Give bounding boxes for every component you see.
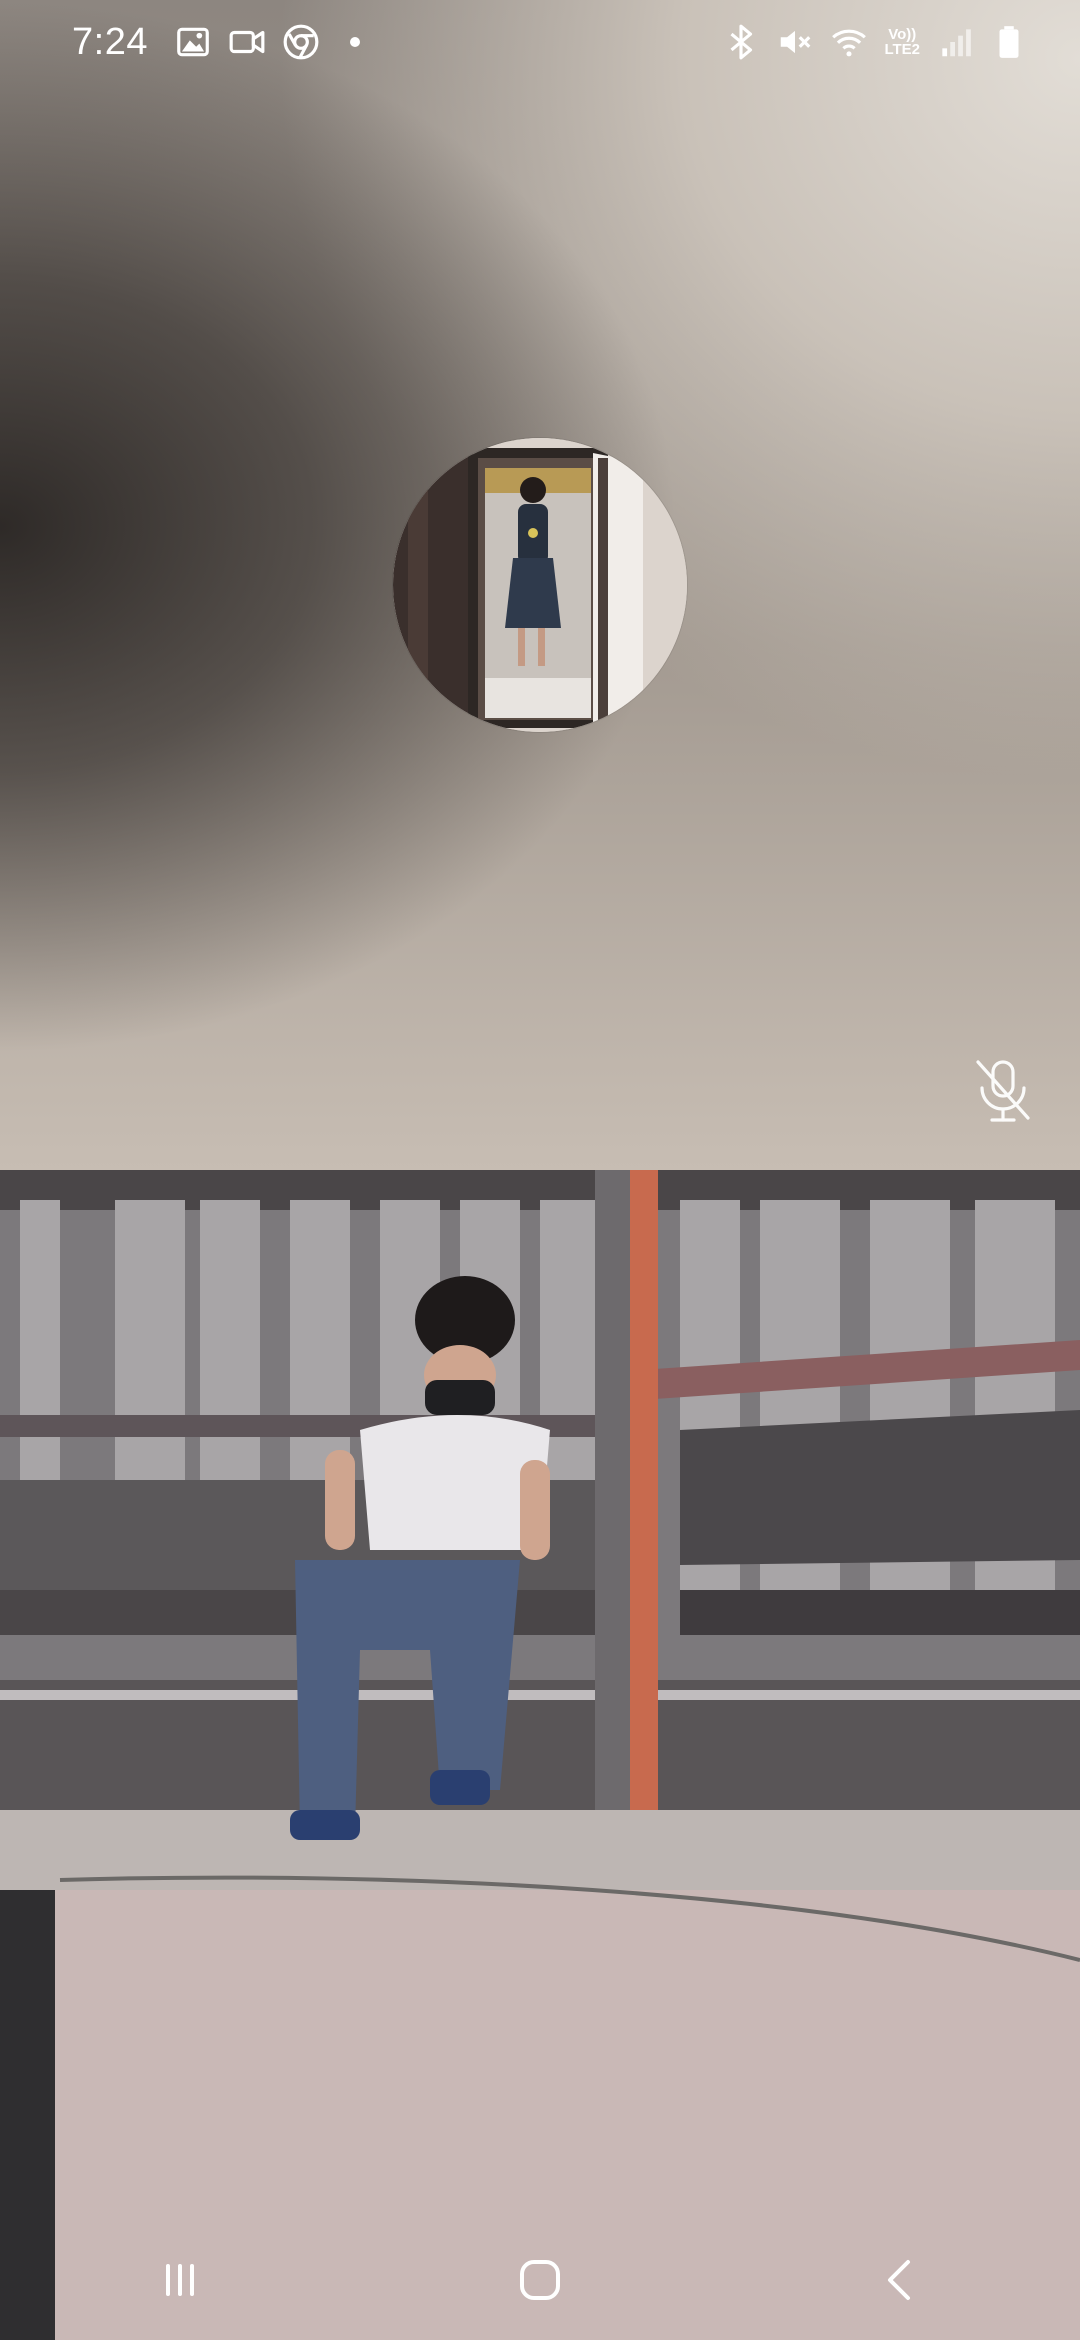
chrome-icon bbox=[282, 23, 320, 61]
participant-photo bbox=[393, 438, 687, 732]
wifi-icon bbox=[830, 23, 868, 61]
navigation-bar bbox=[0, 2220, 1080, 2340]
signal-icon bbox=[936, 23, 974, 61]
back-icon[interactable] bbox=[860, 2240, 940, 2320]
notification-dot bbox=[349, 37, 360, 47]
participant-avatar bbox=[393, 438, 687, 732]
video-call-screen: 7:24 Vo)) LTE2 bbox=[0, 0, 1080, 2340]
network-label-top: Vo)) bbox=[888, 26, 917, 43]
vibrate-mute-icon bbox=[776, 23, 814, 61]
status-bar: 7:24 Vo)) LTE2 bbox=[0, 0, 1080, 84]
recent-apps-icon[interactable] bbox=[140, 2240, 220, 2320]
remote-participant-tile[interactable] bbox=[0, 0, 1080, 1170]
local-camera-preview[interactable] bbox=[0, 1170, 1080, 2340]
gallery-icon bbox=[174, 23, 212, 61]
network-label-bottom: LTE2 bbox=[884, 41, 920, 58]
battery-icon bbox=[990, 23, 1028, 61]
home-icon[interactable] bbox=[500, 2240, 580, 2320]
video-camera-icon bbox=[228, 23, 266, 61]
clock: 7:24 bbox=[72, 20, 148, 63]
volte-lte2-icon: Vo)) LTE2 bbox=[884, 27, 920, 57]
mic-off-icon bbox=[972, 1056, 1034, 1126]
camera-preview bbox=[0, 1170, 1080, 2340]
bluetooth-icon bbox=[722, 23, 760, 61]
